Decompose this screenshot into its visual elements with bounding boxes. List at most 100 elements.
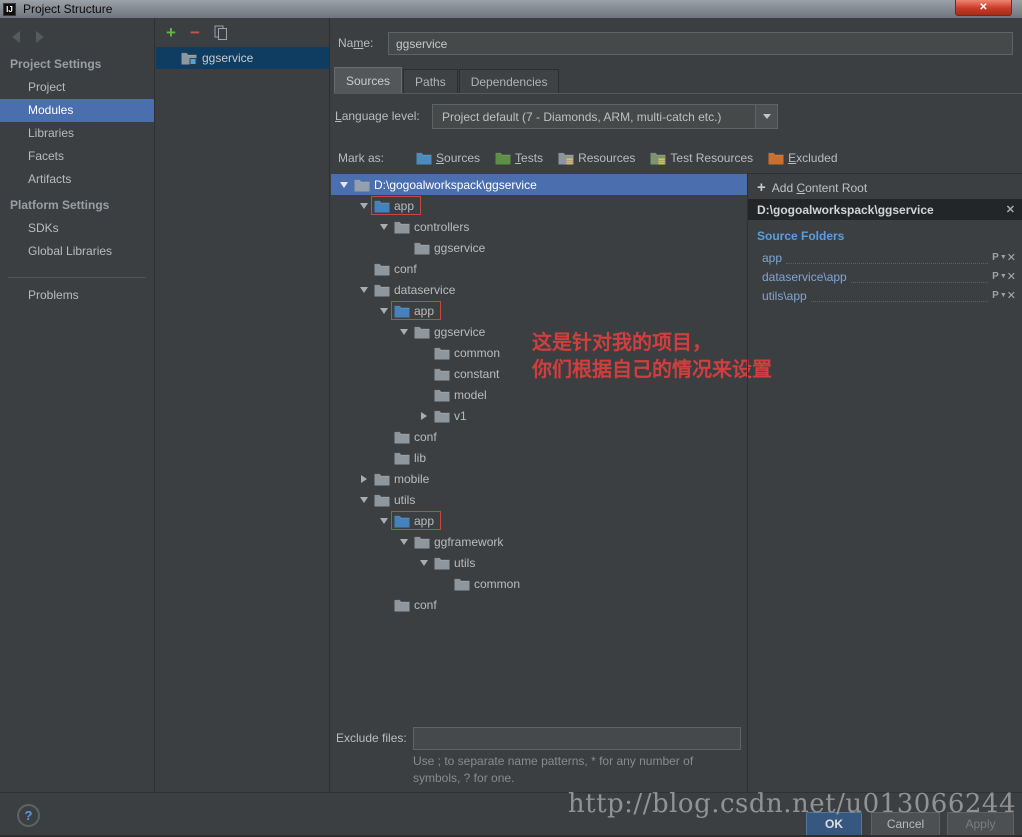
ok-button[interactable]: OK xyxy=(806,812,862,836)
mark-as-test-resources[interactable]: Test Resources xyxy=(650,151,753,165)
tree-row-ggframework[interactable]: ggframework xyxy=(331,531,747,552)
module-name: ggservice xyxy=(202,51,253,65)
tree-row-ggservice[interactable]: ggservice xyxy=(331,237,747,258)
collapse-arrow-icon[interactable] xyxy=(377,224,390,230)
tree-row-conf[interactable]: conf xyxy=(331,594,747,615)
folder-icon xyxy=(434,556,450,570)
tree-row-model[interactable]: model xyxy=(331,384,747,405)
tab-paths[interactable]: Paths xyxy=(403,69,458,93)
tab-dependencies[interactable]: Dependencies xyxy=(459,69,560,93)
expand-arrow-icon[interactable] xyxy=(417,412,430,420)
collapse-arrow-icon[interactable] xyxy=(377,308,390,314)
add-module-icon[interactable]: + xyxy=(166,24,176,41)
tree-node-label: conf xyxy=(414,598,437,612)
apply-button[interactable]: Apply xyxy=(947,812,1014,836)
remove-source-folder-icon[interactable]: ✕ xyxy=(1007,289,1016,302)
module-list-panel: + − ggservice xyxy=(156,18,330,792)
remove-source-folder-icon[interactable]: ✕ xyxy=(1007,270,1016,283)
tree-row-app[interactable]: app xyxy=(331,300,747,321)
help-button[interactable]: ? xyxy=(17,804,40,827)
mark-as-excluded[interactable]: Excluded xyxy=(768,151,837,165)
test-resources-folder-icon xyxy=(650,151,666,165)
collapse-arrow-icon[interactable] xyxy=(397,329,410,335)
caret-down-icon: ▼ xyxy=(1000,254,1007,261)
sidebar-item-modules[interactable]: Modules xyxy=(0,99,154,122)
back-arrow-icon[interactable] xyxy=(12,31,20,43)
tree-row-dataservice[interactable]: dataservice xyxy=(331,279,747,300)
tree-row-app[interactable]: app xyxy=(331,195,747,216)
mark-as-label: Mark as: xyxy=(338,148,384,168)
language-level-select[interactable]: Project default (7 - Diamonds, ARM, mult… xyxy=(432,104,778,129)
sidebar-item-project[interactable]: Project xyxy=(0,76,154,99)
package-prefix-icon[interactable]: P▼ xyxy=(992,252,1007,263)
add-content-root-button[interactable]: + Add Content Root xyxy=(748,176,1022,199)
sources-folder-icon xyxy=(416,151,432,165)
expand-arrow-icon[interactable] xyxy=(357,475,370,483)
tree-row-app[interactable]: app xyxy=(331,510,747,531)
tree-node-label: ggservice xyxy=(434,241,485,255)
tree-node-label: utils xyxy=(454,556,475,570)
red-highlight-box: app xyxy=(391,511,441,530)
folder-icon xyxy=(394,598,410,612)
mark-as-resources[interactable]: Resources xyxy=(558,151,635,165)
collapse-arrow-icon[interactable] xyxy=(337,182,350,188)
triangle-down xyxy=(340,182,348,188)
package-prefix-icon[interactable]: P▼ xyxy=(992,271,1007,282)
tree-row-controllers[interactable]: controllers xyxy=(331,216,747,237)
source-folder-row-app[interactable]: appP▼✕ xyxy=(748,248,1022,267)
sidebar-item-artifacts[interactable]: Artifacts xyxy=(0,168,154,191)
sidebar-item-facets[interactable]: Facets xyxy=(0,145,154,168)
tree-row-v1[interactable]: v1 xyxy=(331,405,747,426)
module-list-item-ggservice[interactable]: ggservice xyxy=(156,47,329,69)
tree-row-conf[interactable]: conf xyxy=(331,426,747,447)
chevron-down-icon xyxy=(763,114,771,119)
tree-node-label: ggservice xyxy=(434,325,485,339)
remove-module-icon[interactable]: − xyxy=(190,24,200,41)
package-prefix-icon[interactable]: P▼ xyxy=(992,290,1007,301)
sidebar-item-sdks[interactable]: SDKs xyxy=(0,217,154,240)
triangle-down xyxy=(380,308,388,314)
sidebar-item-global-libraries[interactable]: Global Libraries xyxy=(0,240,154,263)
copy-module-icon[interactable] xyxy=(214,25,228,41)
dotted-leader xyxy=(786,252,988,264)
red-highlight-box: app xyxy=(391,301,441,320)
dropdown-button[interactable] xyxy=(755,105,777,128)
content-root-path: D:\gogoalworkspack\ggservice xyxy=(757,203,934,217)
plus-icon: + xyxy=(757,179,766,196)
intellij-logo-icon: IJ xyxy=(3,3,16,16)
remove-source-folder-icon[interactable]: ✕ xyxy=(1007,251,1016,264)
tree-row-common[interactable]: common xyxy=(331,573,747,594)
sidebar-item-problems[interactable]: Problems xyxy=(0,284,154,307)
forward-arrow-icon[interactable] xyxy=(36,31,44,43)
close-button[interactable]: ✕ xyxy=(955,0,1012,16)
tree-row-conf[interactable]: conf xyxy=(331,258,747,279)
tree-row-d-gogoalworkspack-ggservice[interactable]: D:\gogoalworkspack\ggservice xyxy=(331,174,747,195)
mark-as-sources-label: Sources xyxy=(436,151,480,165)
collapse-arrow-icon[interactable] xyxy=(357,287,370,293)
collapse-arrow-icon[interactable] xyxy=(377,518,390,524)
source-folders-list: appP▼✕dataservice\appP▼✕utils\appP▼✕ xyxy=(748,248,1022,305)
remove-content-root-icon[interactable]: ✕ xyxy=(1006,203,1015,216)
mark-as-test-resources-label: Test Resources xyxy=(670,151,753,165)
source-folder-row-dataservice-app[interactable]: dataservice\appP▼✕ xyxy=(748,267,1022,286)
tree-row-utils[interactable]: utils xyxy=(331,552,747,573)
collapse-arrow-icon[interactable] xyxy=(357,497,370,503)
tree-row-lib[interactable]: lib xyxy=(331,447,747,468)
cancel-button[interactable]: Cancel xyxy=(871,812,940,836)
collapse-arrow-icon[interactable] xyxy=(357,203,370,209)
tree-row-mobile[interactable]: mobile xyxy=(331,468,747,489)
source-folder-path: utils\app xyxy=(762,289,807,303)
tab-sources[interactable]: Sources xyxy=(334,67,402,93)
folder-icon xyxy=(434,346,450,360)
mark-as-tests[interactable]: Tests xyxy=(495,151,543,165)
tree-row-utils[interactable]: utils xyxy=(331,489,747,510)
module-name-input[interactable] xyxy=(388,32,1013,55)
collapse-arrow-icon[interactable] xyxy=(397,539,410,545)
mark-as-sources[interactable]: Sources xyxy=(416,151,480,165)
add-content-root-label: Add Content Root xyxy=(772,181,867,195)
source-folder-row-utils-app[interactable]: utils\app P▼✕ xyxy=(748,286,1022,305)
exclude-files-input[interactable] xyxy=(413,727,741,750)
collapse-arrow-icon[interactable] xyxy=(417,560,430,566)
sidebar-section-header-platform-settings: Platform Settings xyxy=(0,191,154,217)
sidebar-item-libraries[interactable]: Libraries xyxy=(0,122,154,145)
